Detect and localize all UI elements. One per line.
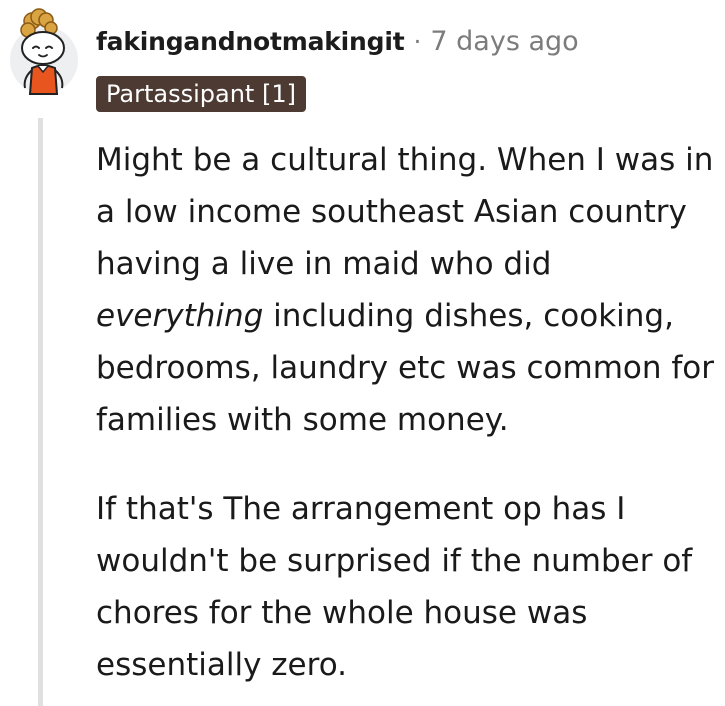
comment-header: fakingandnotmakingit · 7 days ago — [96, 22, 579, 60]
user-flair-badge: Partassipant [1] — [96, 76, 306, 112]
comment-body: Might be a cultural thing. When I was in… — [96, 134, 716, 691]
thread-collapse-line[interactable] — [38, 118, 43, 706]
user-avatar[interactable] — [8, 8, 80, 96]
snoo-avatar-icon — [10, 8, 78, 95]
paragraph-text: Might be a cultural thing. When I was in… — [96, 142, 714, 282]
comment-timestamp[interactable]: 7 days ago — [430, 26, 578, 57]
meta-separator: · — [413, 26, 422, 56]
comment-paragraph-1: Might be a cultural thing. When I was in… — [96, 134, 716, 446]
comment-paragraph-2: If that's The arrangement op has I would… — [96, 491, 693, 683]
username-link[interactable]: fakingandnotmakingit — [96, 27, 405, 56]
emphasized-text: everything — [96, 298, 264, 334]
